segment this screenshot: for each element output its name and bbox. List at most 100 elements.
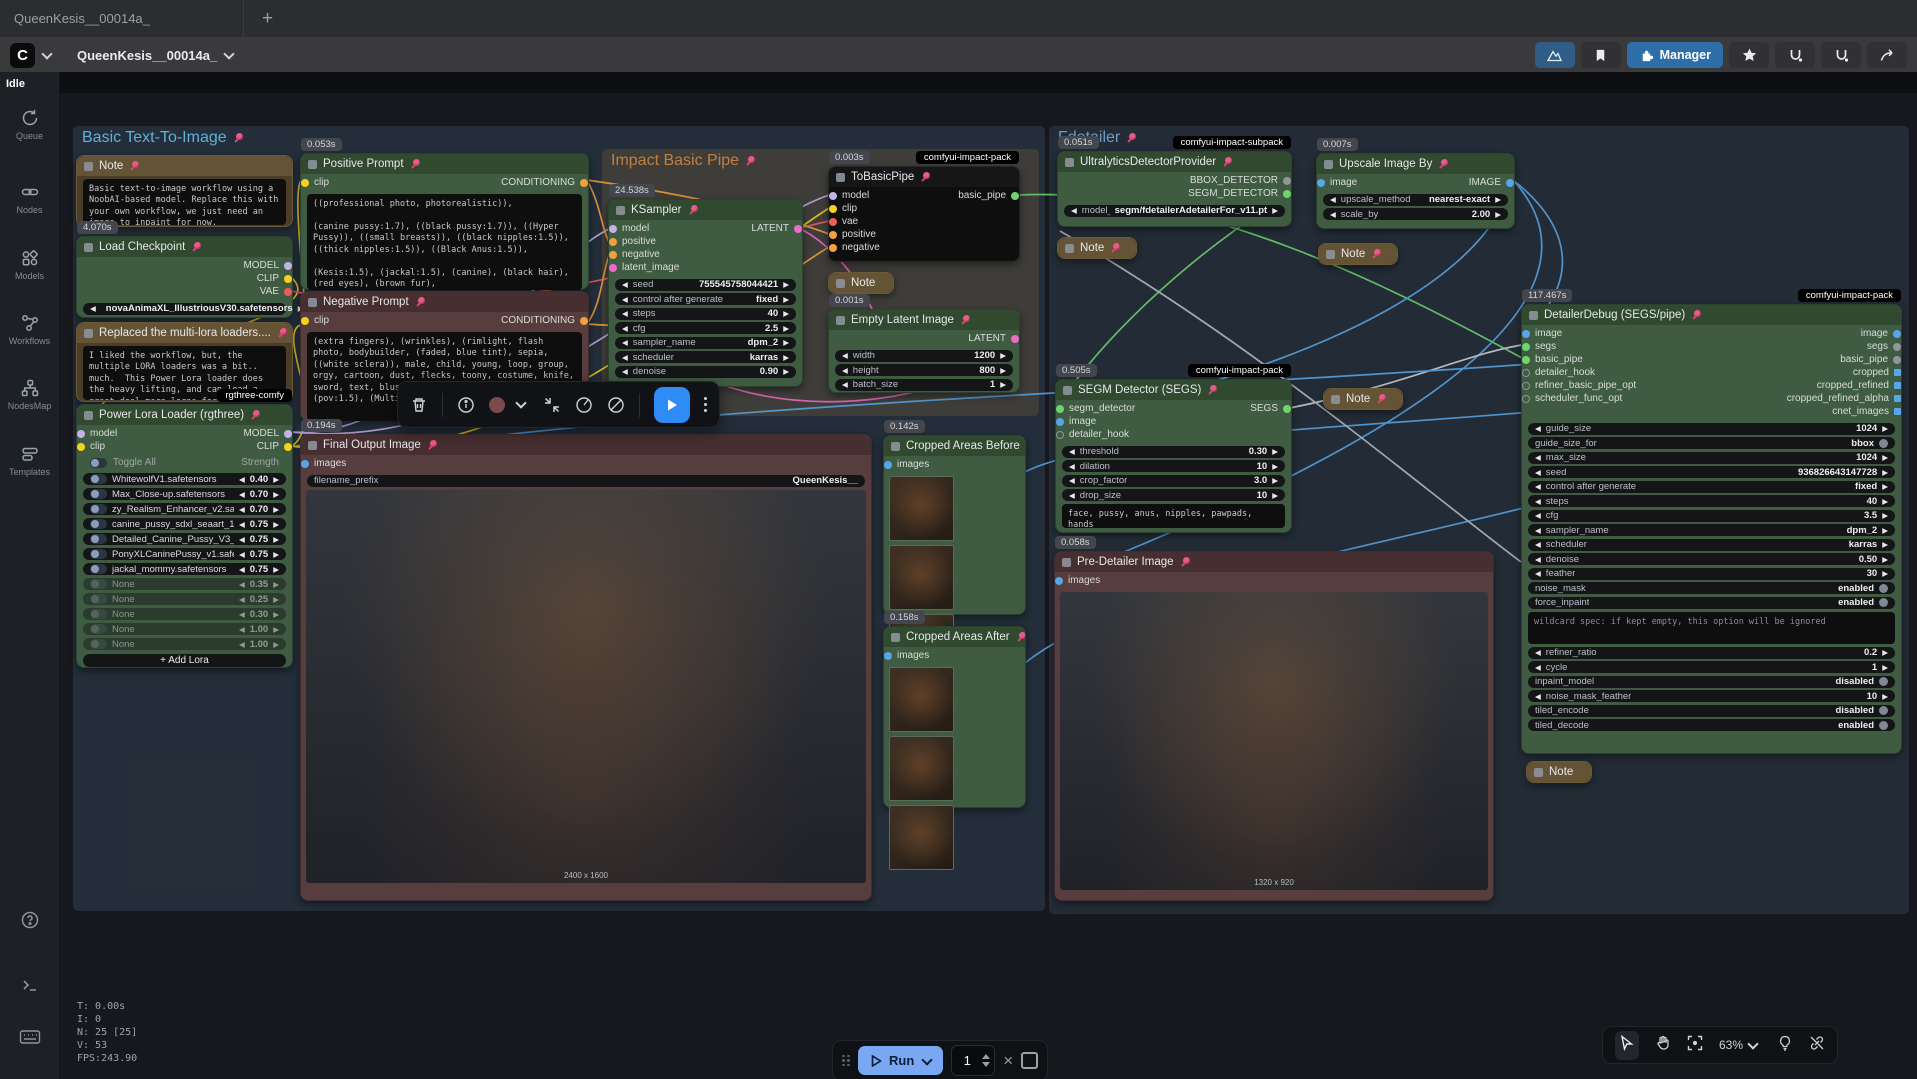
update-button[interactable]: [1775, 42, 1815, 68]
lora-row[interactable]: Max_Close-up.safetensors◀0.70▶: [83, 488, 286, 500]
port-dot[interactable]: [77, 443, 85, 451]
widget-row[interactable]: ◀refiner_ratio0.2▶: [1528, 647, 1895, 659]
delete-button[interactable]: [410, 396, 428, 414]
collapse-toggle[interactable]: [1326, 250, 1335, 259]
widget-row[interactable]: ◀sampler_namedpm_2▶: [1528, 524, 1895, 536]
widget-row[interactable]: ◀threshold0.30▶: [1062, 446, 1285, 458]
lora-row[interactable]: None◀1.00▶: [83, 623, 286, 635]
widget-row[interactable]: ◀control after generatefixed▶: [1528, 481, 1895, 493]
star-button[interactable]: [1729, 42, 1769, 68]
note-node-collapsed[interactable]: Note: [828, 272, 894, 294]
output-port[interactable]: basic_pipe: [1787, 353, 1899, 366]
sidebar-item-nodesmap[interactable]: NodesMap: [0, 378, 59, 411]
input-port[interactable]: vae: [831, 215, 880, 228]
port-dot[interactable]: [1894, 408, 1901, 415]
collapse-toggle[interactable]: [1529, 311, 1538, 320]
widget-row[interactable]: ◀guide_size_forbbox▶: [1528, 437, 1895, 449]
port-dot[interactable]: [1893, 356, 1901, 364]
load-checkpoint-node[interactable]: 4.070s Load Checkpoint MODELCLIPVAE ◀c .…: [76, 236, 293, 318]
input-port[interactable]: image: [1058, 415, 1135, 428]
workflow-title[interactable]: QueenKesis__00014a_: [77, 48, 237, 63]
lora-toggle[interactable]: [90, 564, 107, 574]
assets-button[interactable]: [1535, 42, 1575, 68]
lora-row[interactable]: jackal_mommy.safetensors◀0.75▶: [83, 563, 286, 575]
widget-row[interactable]: ◀noise_maskenabled▶: [1528, 582, 1895, 594]
output-port[interactable]: BBOX_DETECTOR: [1188, 174, 1289, 187]
crop-thumbnail[interactable]: [889, 545, 954, 610]
input-port[interactable]: segm_detector: [1058, 402, 1135, 415]
crop-thumbnail[interactable]: [889, 476, 954, 541]
lora-toggle[interactable]: [90, 474, 107, 484]
input-port[interactable]: clip: [831, 202, 880, 215]
share-button[interactable]: [1867, 42, 1907, 68]
port-dot[interactable]: [301, 179, 309, 187]
lora-row[interactable]: WhitewolfV1.safetensors◀0.40▶: [83, 473, 286, 485]
input-port[interactable]: detailer_hook: [1058, 428, 1135, 441]
generated-image-placeholder[interactable]: 2400 x 1600: [306, 490, 866, 883]
collapse-toggle[interactable]: [1331, 395, 1340, 404]
sidebar-item-models[interactable]: Models: [0, 248, 59, 281]
port-dot[interactable]: [284, 443, 292, 451]
output-port[interactable]: image: [1787, 327, 1899, 340]
toggle-all-switch[interactable]: [90, 458, 107, 468]
port-dot[interactable]: [284, 430, 292, 438]
lora-row[interactable]: None◀1.00▶: [83, 638, 286, 650]
output-port[interactable]: SEGM_DETECTOR: [1188, 187, 1289, 200]
port-dot[interactable]: [829, 244, 837, 252]
widget-row[interactable]: ◀width1200▶: [835, 350, 1013, 362]
logo-menu-chevron-icon[interactable]: [41, 48, 52, 59]
input-port[interactable]: images: [303, 457, 346, 470]
port-dot[interactable]: [1283, 405, 1291, 413]
widget-row[interactable]: ◀seed936826643147728▶: [1528, 466, 1895, 478]
output-port[interactable]: CONDITIONING: [501, 176, 586, 189]
widget-row[interactable]: ◀crop_factor3.0▶: [1062, 475, 1285, 487]
widget-row[interactable]: ◀tiled_encodedisabled▶: [1528, 705, 1895, 717]
input-port[interactable]: clip: [303, 314, 329, 327]
widget-row[interactable]: ◀steps40▶: [1528, 495, 1895, 507]
browser-tab[interactable]: QueenKesis__00014a_: [0, 0, 244, 37]
port-dot[interactable]: [301, 460, 309, 468]
widget-row[interactable]: ◀denoise0.50▶: [1528, 553, 1895, 565]
output-port[interactable]: IMAGE: [1469, 176, 1512, 189]
collapse-toggle[interactable]: [836, 279, 845, 288]
run-options-chevron-icon[interactable]: [922, 1054, 933, 1065]
output-port[interactable]: cropped_refined_alpha: [1787, 392, 1899, 405]
port-dot[interactable]: [1056, 431, 1064, 439]
port-dot[interactable]: [1522, 356, 1530, 364]
prompt-textarea[interactable]: ((professional photo, photorealistic)), …: [307, 194, 582, 290]
crop-thumbnail[interactable]: [889, 805, 954, 870]
bypass-button[interactable]: [607, 396, 625, 414]
terminal-button[interactable]: [0, 975, 59, 995]
batch-count-input[interactable]: 1: [951, 1045, 995, 1076]
widget-row[interactable]: ◀steps40▶: [615, 308, 796, 320]
collapse-toggle[interactable]: [836, 173, 845, 182]
bookmark-button[interactable]: [1581, 42, 1621, 68]
output-port[interactable]: cnet_images: [1787, 405, 1899, 418]
lora-toggle[interactable]: [90, 504, 107, 514]
cropped-areas-after-node[interactable]: 0.158s Cropped Areas After images: [883, 626, 1026, 808]
port-dot[interactable]: [1056, 405, 1064, 413]
output-port[interactable]: CONDITIONING: [501, 314, 586, 327]
lightbulb-button[interactable]: [1777, 1035, 1793, 1056]
output-port[interactable]: VAE: [243, 285, 290, 298]
port-dot[interactable]: [301, 317, 309, 325]
more-options-button[interactable]: [704, 397, 707, 412]
input-port[interactable]: image: [1319, 176, 1357, 189]
lora-toggle[interactable]: [90, 609, 107, 619]
lora-toggle[interactable]: [90, 594, 107, 604]
empty-latent-image-node[interactable]: 0.001s Empty Latent Image LATENT ◀width1…: [828, 309, 1020, 393]
port-dot[interactable]: [1522, 343, 1530, 351]
port-dot[interactable]: [884, 461, 892, 469]
crop-thumbnail[interactable]: [889, 736, 954, 801]
widget-row[interactable]: ◀upscale_methodnearest-exact▶: [1323, 194, 1508, 206]
collapse-nodes-button[interactable]: [543, 396, 561, 414]
port-dot[interactable]: [1893, 330, 1901, 338]
run-button[interactable]: Run: [858, 1046, 943, 1075]
note-node-collapsed[interactable]: Note: [1526, 761, 1592, 783]
port-dot[interactable]: [580, 179, 588, 187]
cropped-areas-before-node[interactable]: 0.142s Cropped Areas Before images: [883, 435, 1026, 615]
widget-row[interactable]: ◀force_inpaintenabled▶: [1528, 597, 1895, 609]
lora-toggle[interactable]: [90, 519, 107, 529]
tobasicpipe-node[interactable]: 0.003s comfyui-impact-pack ToBasicPipe m…: [828, 166, 1020, 262]
port-dot[interactable]: [829, 205, 837, 213]
